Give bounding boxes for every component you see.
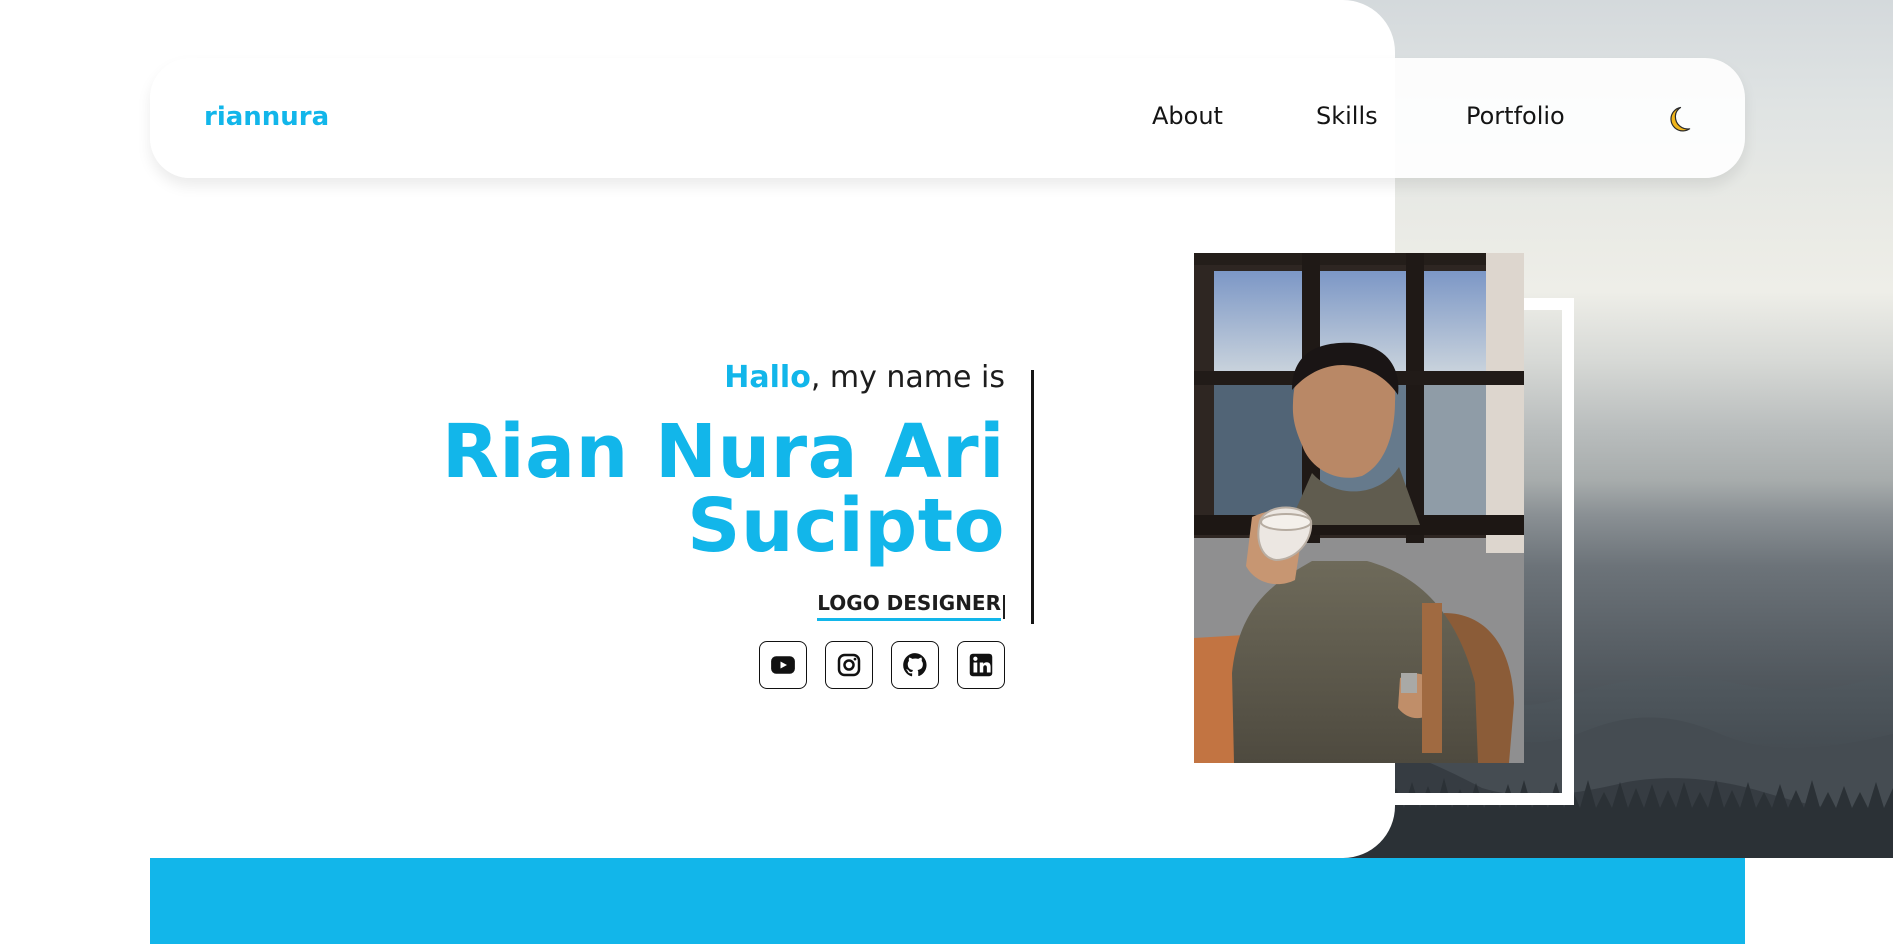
greeting-line: Hallo, my name is [185, 360, 1005, 395]
brand-logo-text[interactable]: riannura [204, 102, 329, 132]
moon-icon-graphic [1670, 106, 1691, 132]
role-wrapper: LOGO DESIGNER [185, 591, 1005, 621]
youtube-icon [771, 656, 795, 674]
profile-photo [1194, 253, 1524, 763]
bottom-section-band [150, 858, 1745, 944]
role-text: LOGO DESIGNER [817, 591, 1001, 621]
hero-intro: Hallo, my name is Rian Nura Ari Sucipto … [185, 360, 1005, 689]
greeting-text: , my name is [810, 360, 1005, 395]
portfolio-page: riannura About Skills Portfolio Hallo, m… [0, 0, 1893, 944]
nav-link-portfolio[interactable]: Portfolio [1466, 102, 1565, 130]
youtube-link[interactable] [759, 641, 807, 689]
instagram-link[interactable] [825, 641, 873, 689]
moon-icon[interactable] [1660, 102, 1692, 134]
social-links [185, 641, 1005, 689]
hero-name: Rian Nura Ari Sucipto [441, 409, 1005, 569]
nav-link-about[interactable]: About [1152, 102, 1223, 130]
nav-link-skills[interactable]: Skills [1316, 102, 1378, 130]
linkedin-icon [969, 653, 993, 677]
top-navigation: riannura About Skills Portfolio [150, 58, 1745, 178]
github-icon [903, 653, 927, 677]
instagram-icon [837, 653, 861, 677]
typing-cursor [1003, 595, 1005, 619]
profile-photo-image [1194, 253, 1524, 763]
github-link[interactable] [891, 641, 939, 689]
greeting-highlight: Hallo [724, 360, 811, 395]
linkedin-link[interactable] [957, 641, 1005, 689]
vertical-divider [1031, 370, 1034, 624]
